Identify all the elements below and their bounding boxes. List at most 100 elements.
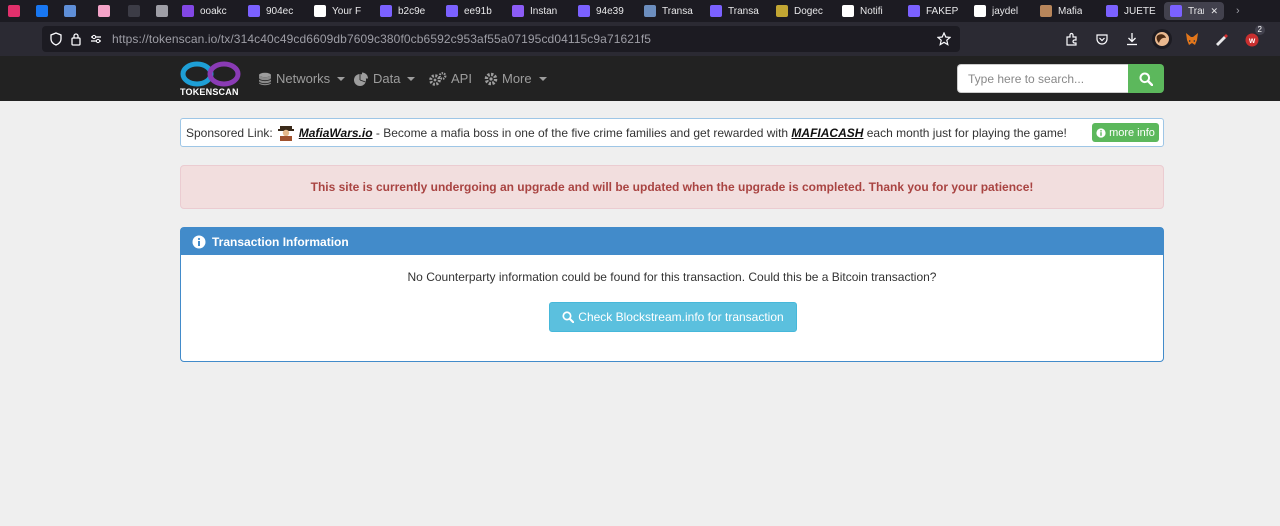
tab-favicon-icon bbox=[644, 5, 656, 17]
browser-tab[interactable]: 94e39 bbox=[572, 0, 638, 22]
search-button[interactable] bbox=[1128, 64, 1164, 93]
panel-heading: Transaction Information bbox=[181, 228, 1163, 255]
nav-api[interactable]: API bbox=[429, 71, 472, 86]
browser-tab[interactable]: ooakc bbox=[176, 0, 242, 22]
browser-tab[interactable] bbox=[28, 0, 56, 22]
browser-tab[interactable]: 904ec bbox=[242, 0, 308, 22]
pocket-icon[interactable] bbox=[1092, 29, 1112, 49]
address-bar[interactable]: https://tokenscan.io/tx/314c40c49cd6609d… bbox=[42, 26, 960, 52]
sponsored-text-2: each month just for playing the game! bbox=[863, 125, 1067, 140]
profile-extension-icon[interactable] bbox=[1152, 29, 1172, 49]
tab-favicon-icon bbox=[776, 5, 788, 17]
tab-favicon-icon bbox=[36, 5, 48, 17]
check-blockstream-label: Check Blockstream.info for transaction bbox=[578, 310, 784, 324]
browser-tab[interactable]: ee91b bbox=[440, 0, 506, 22]
nav-more[interactable]: More bbox=[484, 71, 547, 86]
addon-badge-icon[interactable]: w 2 bbox=[1242, 25, 1265, 49]
browser-tab[interactable] bbox=[0, 0, 28, 22]
search-input[interactable] bbox=[957, 64, 1128, 93]
tab-title: Transa bbox=[728, 5, 759, 17]
search-icon bbox=[562, 311, 575, 323]
tab-title: FAKEP bbox=[926, 5, 959, 17]
tab-title: b2c9e bbox=[398, 5, 426, 17]
browser-tab[interactable]: Transa bbox=[704, 0, 770, 22]
chevron-down-icon bbox=[538, 76, 547, 81]
nav-data-label: Data bbox=[373, 71, 401, 86]
browser-tab[interactable]: b2c9e bbox=[374, 0, 440, 22]
browser-toolbar: https://tokenscan.io/tx/314c40c49cd6609d… bbox=[0, 22, 1280, 56]
browser-tab[interactable]: Notifi bbox=[836, 0, 902, 22]
nav-data[interactable]: Data bbox=[353, 71, 416, 86]
tab-favicon-icon bbox=[578, 5, 590, 17]
lock-icon[interactable] bbox=[66, 29, 86, 49]
nav-networks[interactable]: Networks bbox=[258, 71, 346, 86]
mafiawars-link[interactable]: MafiaWars.io bbox=[299, 126, 373, 140]
browser-tab[interactable]: JUETE bbox=[1100, 0, 1164, 22]
tab-favicon-icon bbox=[1106, 5, 1118, 17]
tab-favicon-icon bbox=[512, 5, 524, 17]
database-icon bbox=[258, 72, 272, 85]
download-icon[interactable] bbox=[1122, 29, 1142, 49]
tab-favicon-icon bbox=[314, 5, 326, 17]
tab-favicon-icon bbox=[446, 5, 458, 17]
sponsored-prefix: Sponsored Link: bbox=[186, 125, 273, 140]
browser-tab[interactable]: Your F bbox=[308, 0, 374, 22]
tab-favicon-icon bbox=[908, 5, 920, 17]
browser-tab[interactable] bbox=[120, 0, 148, 22]
tab-title: Dogec bbox=[794, 5, 823, 17]
browser-tab[interactable]: Tran ✕ bbox=[1164, 2, 1224, 20]
tab-title: Mafia bbox=[1058, 5, 1083, 17]
url-path: /tx/314c40c49cd6609db7609c380f0cb6592c95… bbox=[217, 32, 652, 46]
svg-text:w: w bbox=[1248, 36, 1256, 45]
search-icon bbox=[1139, 72, 1153, 86]
url-text[interactable]: https://tokenscan.io/tx/314c40c49cd6609d… bbox=[112, 32, 651, 46]
tab-title: ooakc bbox=[200, 5, 227, 17]
browser-tab[interactable]: Transa bbox=[638, 0, 704, 22]
tab-favicon-icon bbox=[974, 5, 986, 17]
logo-text: TOKENSCAN bbox=[180, 87, 239, 97]
browser-tab[interactable]: Instan bbox=[506, 0, 572, 22]
browser-tab[interactable] bbox=[56, 0, 90, 22]
more-info-button[interactable]: more info bbox=[1092, 123, 1159, 142]
browser-tab[interactable]: Dogec bbox=[770, 0, 836, 22]
metamask-fox-icon[interactable] bbox=[1182, 29, 1202, 49]
addon-badge-count: 2 bbox=[1254, 25, 1265, 35]
tab-favicon-icon bbox=[1170, 5, 1182, 17]
alert-message: This site is currently undergoing an upg… bbox=[310, 180, 1034, 194]
tab-title: 94e39 bbox=[596, 5, 624, 17]
browser-tab[interactable]: jaydel bbox=[968, 0, 1034, 22]
pen-extension-icon[interactable] bbox=[1212, 29, 1232, 49]
site-navbar: TOKENSCAN Networks Data API More bbox=[0, 56, 1280, 101]
browser-tab[interactable] bbox=[148, 0, 176, 22]
browser-tab[interactable] bbox=[90, 0, 120, 22]
puzzle-extension-icon[interactable] bbox=[1062, 29, 1082, 49]
browser-tab[interactable]: FAKEP bbox=[902, 0, 968, 22]
nav-more-label: More bbox=[502, 71, 532, 86]
browser-tab[interactable]: Mafia bbox=[1034, 0, 1100, 22]
tab-favicon-icon bbox=[710, 5, 722, 17]
tab-overflow-chevron-icon[interactable]: › bbox=[1230, 0, 1246, 22]
more-info-label: more info bbox=[1109, 126, 1155, 139]
tab-title: Instan bbox=[530, 5, 558, 17]
tab-favicon-icon bbox=[156, 5, 168, 17]
tab-favicon-icon bbox=[248, 5, 260, 17]
nav-networks-label: Networks bbox=[276, 71, 331, 86]
check-blockstream-button[interactable]: Check Blockstream.info for transaction bbox=[549, 302, 797, 332]
sponsored-link-box: Sponsored Link: MafiaWars.io - Become a … bbox=[180, 118, 1164, 147]
info-icon bbox=[1096, 127, 1106, 138]
shield-icon[interactable] bbox=[46, 29, 66, 49]
tab-title: ee91b bbox=[464, 5, 492, 17]
tab-favicon-icon bbox=[842, 5, 854, 17]
gear-icon bbox=[484, 72, 498, 85]
browser-tab-strip: ooakc 904ec Your F b2c9e ee91b Instan 94e39 Tra… bbox=[0, 0, 1280, 22]
tab-favicon-icon bbox=[380, 5, 392, 17]
permissions-icon[interactable] bbox=[86, 29, 106, 49]
close-tab-icon[interactable]: ✕ bbox=[1210, 6, 1218, 17]
panel-title: Transaction Information bbox=[212, 234, 349, 249]
tab-title: JUETE bbox=[1124, 5, 1156, 17]
tab-favicon-icon bbox=[182, 5, 194, 17]
mafiacash-link[interactable]: MAFIACASH bbox=[791, 126, 863, 140]
tab-title: 904ec bbox=[266, 5, 294, 17]
nav-api-label: API bbox=[451, 71, 472, 86]
bookmark-star-icon[interactable] bbox=[934, 29, 954, 49]
